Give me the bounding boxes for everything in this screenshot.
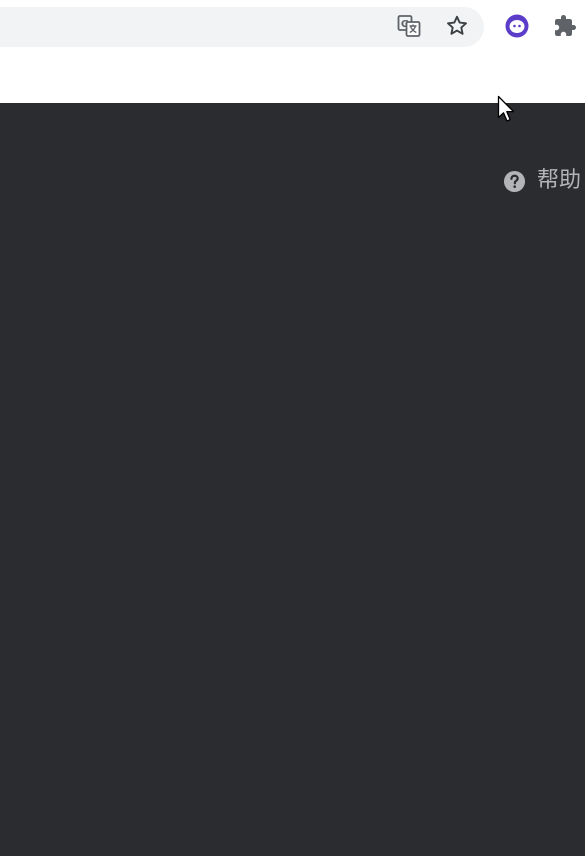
profile-extension-icon[interactable]: [504, 13, 530, 39]
page-content: 帮助: [0, 103, 585, 856]
browser-toolbar: G: [0, 0, 585, 103]
question-circle-icon: [503, 170, 526, 193]
help-link[interactable]: 帮助: [503, 167, 581, 195]
translate-icon[interactable]: G: [396, 13, 422, 39]
puzzle-icon[interactable]: [552, 13, 578, 39]
help-label: 帮助: [537, 168, 582, 193]
bookmark-star-icon[interactable]: [444, 13, 470, 39]
